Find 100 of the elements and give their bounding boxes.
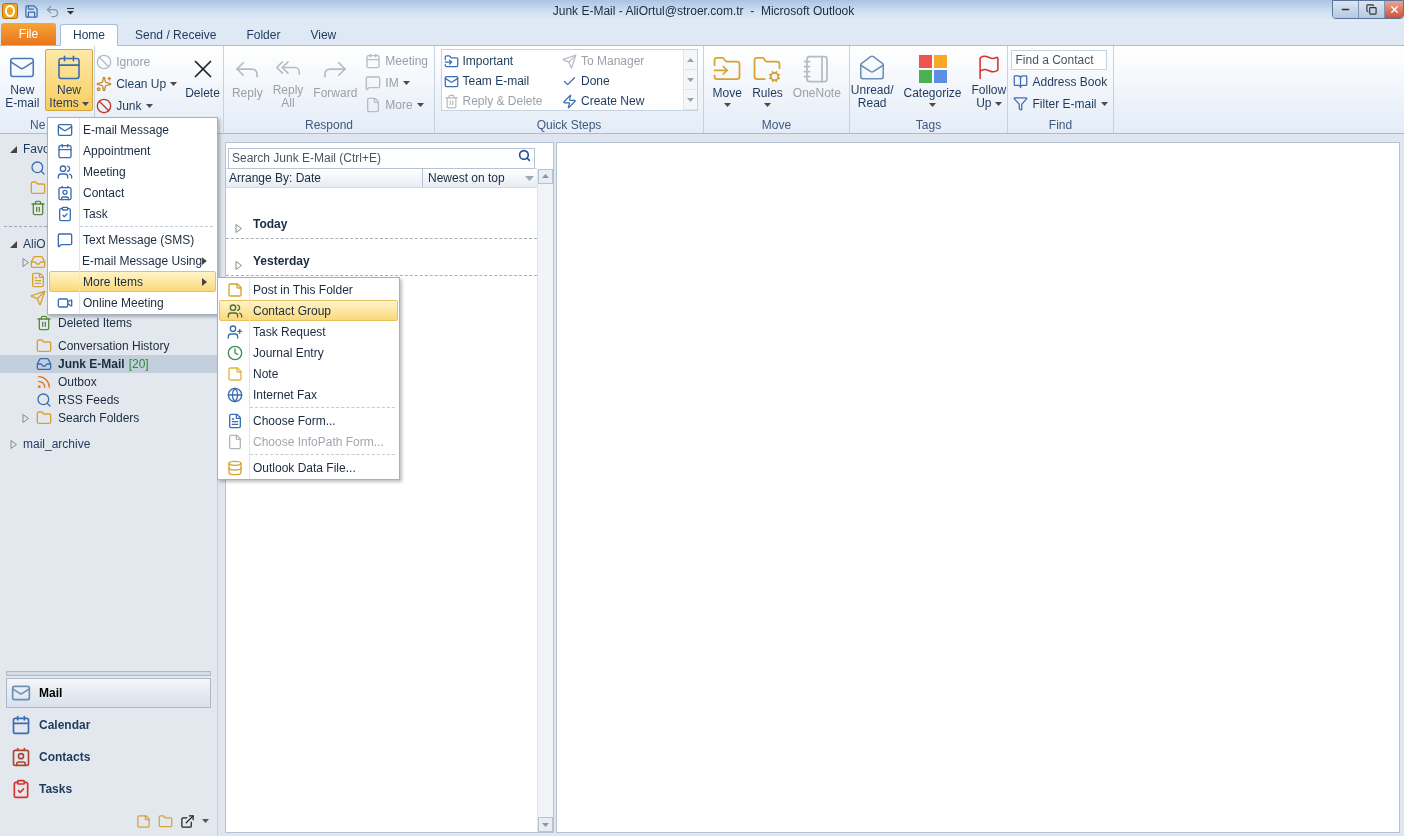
gallery-scroll-button[interactable] xyxy=(683,50,697,70)
shortcut-icon[interactable] xyxy=(180,813,195,829)
folder-icon xyxy=(36,410,52,426)
group-label: Respond xyxy=(304,117,353,132)
expand-arrow-icon[interactable] xyxy=(22,413,30,423)
quick-step-item[interactable]: Create New xyxy=(562,91,681,111)
menu-item[interactable]: E-mail Message Using xyxy=(49,250,216,271)
close-button[interactable] xyxy=(1385,1,1403,18)
collapse-arrow-icon[interactable] xyxy=(10,239,18,249)
ribbon-button[interactable]: Delete xyxy=(181,49,224,111)
navigation-button[interactable]: Mail xyxy=(6,678,211,708)
arrange-by-label[interactable]: Arrange By: Date xyxy=(226,169,423,187)
menu-item[interactable]: Text Message (SMS) xyxy=(49,229,216,250)
menu-item[interactable]: Internet Fax xyxy=(219,384,398,405)
note-icon[interactable] xyxy=(136,813,151,829)
expand-arrow-icon[interactable] xyxy=(235,224,243,233)
note-icon xyxy=(227,365,243,382)
book-icon xyxy=(1013,74,1029,89)
folder-icon xyxy=(36,338,52,354)
customize-toolbar-icon[interactable] xyxy=(66,7,75,15)
colored-squares-icon xyxy=(917,54,948,84)
navigation-button[interactable]: Tasks xyxy=(6,774,211,804)
search-field[interactable]: Search Junk E-Mail (Ctrl+E) xyxy=(228,147,535,169)
folder-item[interactable]: RSS Feeds xyxy=(0,391,217,409)
group-label: Find xyxy=(1048,117,1073,132)
caret-icon xyxy=(686,57,694,62)
ribbon-button[interactable]: Filter E-mail xyxy=(1011,93,1110,114)
sent-icon xyxy=(30,290,46,306)
caret-icon[interactable] xyxy=(202,819,209,823)
menu-item[interactable]: Journal Entry xyxy=(219,342,398,363)
navigation-button[interactable]: Contacts xyxy=(6,742,211,772)
gallery-scroll-button[interactable] xyxy=(683,70,697,90)
menu-item[interactable]: Choose Form... xyxy=(219,410,398,431)
ribbon-tab[interactable]: Send / Receive xyxy=(122,24,230,46)
people-icon xyxy=(57,163,73,180)
group-label: Quick Steps xyxy=(536,117,602,132)
menu-item[interactable]: Contact xyxy=(49,182,216,203)
quick-step-item[interactable]: Done xyxy=(562,71,681,91)
ribbon-button[interactable]: Categorize xyxy=(899,49,966,111)
ribbon-button[interactable]: Move xyxy=(708,49,747,111)
quick-step-item[interactable]: Important xyxy=(443,51,562,71)
save-icon[interactable] xyxy=(24,3,39,19)
undo-icon[interactable] xyxy=(45,3,60,19)
restore-button[interactable] xyxy=(1359,1,1385,18)
gallery-scroll-button[interactable] xyxy=(683,90,697,110)
sort-order-label[interactable]: Newest on top xyxy=(423,169,505,187)
ribbon-tab[interactable]: Home xyxy=(60,24,118,46)
ribbon-button[interactable]: Rules xyxy=(748,49,787,111)
menu-item[interactable]: Meeting xyxy=(49,161,216,182)
folder-icon xyxy=(443,53,459,69)
envelope-icon xyxy=(443,73,459,89)
ribbon-tab[interactable]: View xyxy=(297,24,350,46)
menu-item[interactable]: Appointment xyxy=(49,140,216,161)
menu-item[interactable]: Online Meeting xyxy=(49,292,216,313)
menu-item[interactable]: Post in This Folder xyxy=(219,279,398,300)
expand-arrow-icon[interactable] xyxy=(235,261,243,270)
section-header[interactable]: mail_archive xyxy=(23,435,91,453)
folder-item[interactable]: Search Folders xyxy=(0,409,217,427)
menu-item[interactable]: Task xyxy=(49,203,216,224)
expand-arrow-icon[interactable] xyxy=(22,257,30,267)
ribbon-button[interactable]: Unread/ Read xyxy=(846,49,898,111)
scrollbar[interactable] xyxy=(537,169,553,832)
ribbon-tab[interactable]: Folder xyxy=(233,24,294,46)
chat-icon xyxy=(365,75,382,91)
group-header[interactable]: Yesterday xyxy=(253,252,310,270)
navigation-button[interactable]: Calendar xyxy=(6,710,211,740)
search-icon[interactable] xyxy=(518,149,531,162)
menu-item[interactable]: Contact Group xyxy=(219,300,398,321)
folder-item[interactable]: Outbox xyxy=(0,373,217,391)
section-header[interactable]: AliO xyxy=(23,235,46,253)
ribbon-button[interactable]: Follow Up xyxy=(967,49,1011,111)
group-header[interactable]: Today xyxy=(253,215,288,233)
menu-item[interactable]: More Items xyxy=(49,271,216,292)
folder-icon[interactable] xyxy=(158,813,173,829)
folder-item[interactable]: Junk E-Mail [20] xyxy=(0,355,217,373)
menu-item[interactable]: E-mail Message xyxy=(49,119,216,140)
expand-arrow-icon[interactable] xyxy=(10,439,18,449)
task-icon xyxy=(57,205,73,222)
ribbon-button[interactable]: Clean Up xyxy=(94,73,180,95)
scroll-up-icon[interactable] xyxy=(538,169,553,184)
ribbon-button[interactable]: Junk xyxy=(94,95,180,117)
document-icon xyxy=(365,97,382,113)
find-contact-field[interactable]: Find a Contact xyxy=(1011,50,1108,70)
envelope-icon xyxy=(57,121,73,138)
folder-item[interactable]: Conversation History xyxy=(0,337,217,355)
globe-icon xyxy=(227,386,243,403)
collapse-arrow-icon[interactable] xyxy=(10,144,18,154)
quick-step-item[interactable]: Team E-mail xyxy=(443,71,562,91)
menu-item[interactable]: Task Request xyxy=(219,321,398,342)
ribbon-button[interactable]: New Items xyxy=(45,49,93,111)
ribbon-button[interactable]: New E-mail xyxy=(1,49,44,111)
menu-item[interactable]: Outlook Data File... xyxy=(219,457,398,478)
trash-icon xyxy=(443,93,459,109)
form-icon xyxy=(227,433,243,450)
scroll-down-icon[interactable] xyxy=(538,817,553,832)
folder-item[interactable]: Deleted Items xyxy=(0,314,217,332)
folder-gear-icon xyxy=(752,54,783,84)
group-label: Ne xyxy=(30,117,46,132)
menu-item[interactable]: Note xyxy=(219,363,398,384)
ribbon-button[interactable]: Address Book xyxy=(1011,71,1110,92)
